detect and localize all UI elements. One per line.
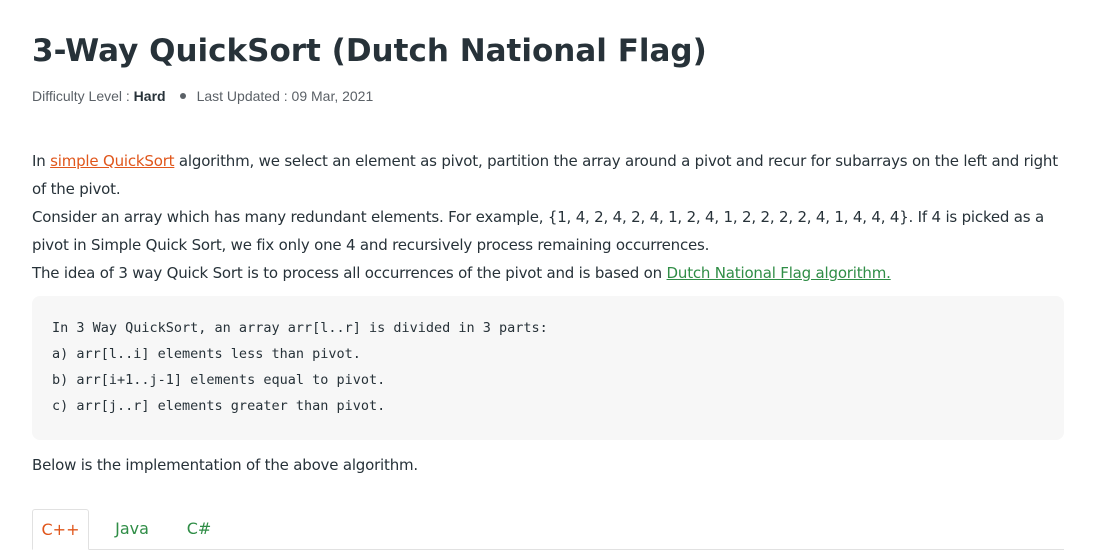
page-title: 3-Way QuickSort (Dutch National Flag) bbox=[32, 33, 707, 69]
tab-csharp[interactable]: C# bbox=[182, 509, 216, 550]
paragraph-intro: In simple QuickSort algorithm, we select… bbox=[32, 147, 1064, 203]
code-line: b) arr[i+1..j-1] elements equal to pivot… bbox=[52, 372, 386, 388]
paragraph-implementation: Below is the implementation of the above… bbox=[32, 456, 418, 474]
paragraph-example: Consider an array which has many redunda… bbox=[32, 208, 1044, 254]
code-block: In 3 Way QuickSort, an array arr[l..r] i… bbox=[32, 296, 1064, 440]
updated-value: 09 Mar, 2021 bbox=[291, 88, 374, 104]
code-text: In 3 Way QuickSort, an array arr[l..r] i… bbox=[52, 315, 548, 419]
article-meta: Difficulty Level : Hard Last Updated : 09… bbox=[32, 86, 373, 106]
simple-quicksort-link[interactable]: simple QuickSort bbox=[50, 152, 174, 170]
article-body: In simple QuickSort algorithm, we select… bbox=[32, 147, 1064, 287]
dutch-national-flag-link[interactable]: Dutch National Flag algorithm. bbox=[667, 264, 891, 282]
difficulty-value[interactable]: Hard bbox=[134, 88, 166, 104]
code-line: a) arr[l..i] elements less than pivot. bbox=[52, 346, 361, 362]
paragraph-idea: The idea of 3 way Quick Sort is to proce… bbox=[32, 259, 1064, 287]
language-tabs: C++ Java C# bbox=[32, 509, 1064, 553]
paragraph-intro-suffix: algorithm, we select an element as pivot… bbox=[32, 152, 1058, 198]
tab-java[interactable]: Java bbox=[108, 509, 156, 550]
code-line: c) arr[j..r] elements greater than pivot… bbox=[52, 398, 386, 414]
tab-cpp[interactable]: C++ bbox=[32, 509, 89, 550]
bullet-dot-icon bbox=[179, 93, 186, 100]
paragraph-idea-prefix: The idea of 3 way Quick Sort is to proce… bbox=[32, 264, 667, 282]
code-line: In 3 Way QuickSort, an array arr[l..r] i… bbox=[52, 320, 548, 336]
difficulty-label: Difficulty Level : bbox=[32, 88, 134, 104]
updated-label: Last Updated : bbox=[196, 88, 292, 104]
paragraph-intro-prefix: In bbox=[32, 152, 51, 170]
